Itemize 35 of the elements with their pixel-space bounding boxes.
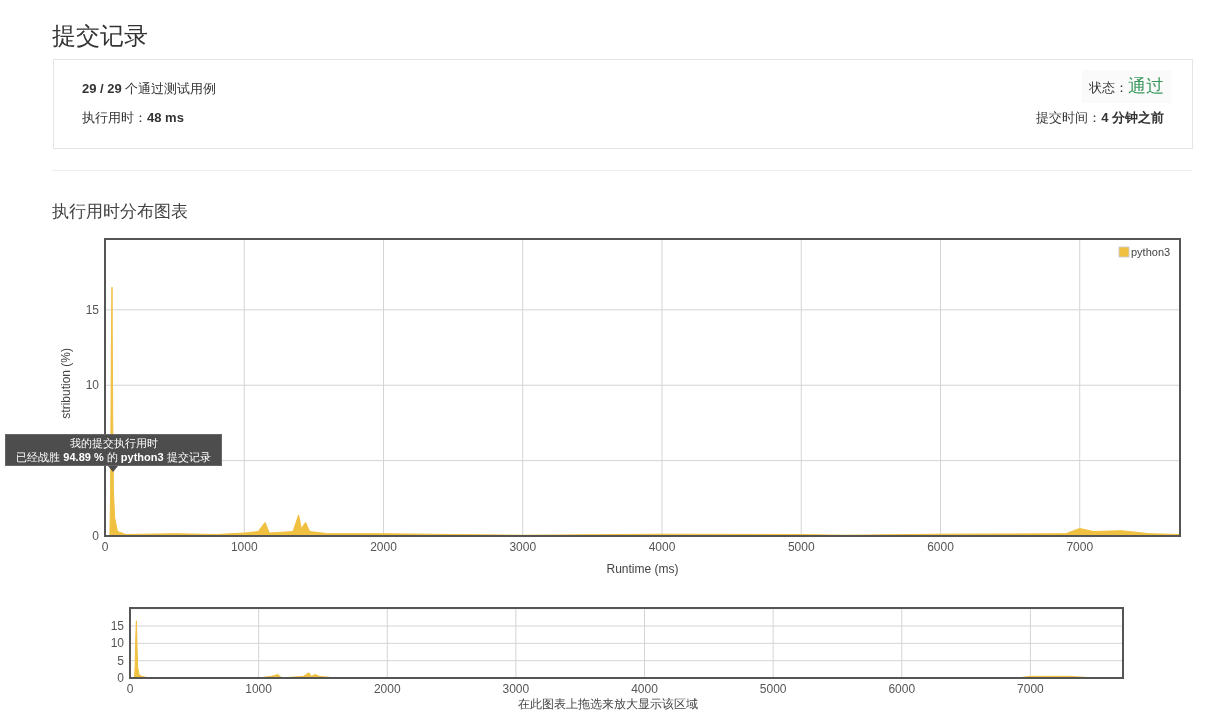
x-tick-label: 5000	[759, 682, 787, 696]
x-tick-label: 2000	[370, 540, 397, 554]
y-tick-label: 5	[117, 653, 124, 668]
x-tick-label: 0	[101, 540, 109, 554]
x-tick-label: 1000	[230, 540, 258, 554]
y-tick-label: 15	[85, 302, 99, 317]
tooltip-text: 已经战胜 94.89 % 的 python3 提交记录	[16, 450, 211, 464]
x-tick-label: 3000	[509, 540, 537, 554]
y-tick-label: 0	[92, 529, 99, 543]
x-tick-label: 1000	[245, 682, 272, 696]
runtime-text: 执行用时：48 ms	[82, 109, 185, 127]
x-tick-label: 4000	[631, 682, 658, 696]
x-tick-label: 4000	[648, 540, 676, 554]
submit-time-text: 提交时间：4 分钟之前	[1036, 109, 1164, 127]
tests-passed-text: 29 / 29 个通过测试用例	[82, 80, 217, 98]
status-value: 通过	[1128, 75, 1164, 98]
section-title: 执行用时分布图表	[52, 201, 188, 223]
y-axis-title: stribution (%)	[59, 348, 73, 419]
x-tick-label: 0	[126, 682, 134, 696]
y-tick-label: 10	[110, 636, 124, 651]
page-title: 提交记录	[52, 21, 148, 51]
y-tick-label: 0	[117, 671, 124, 685]
x-tick-label: 3000	[502, 682, 530, 696]
tooltip-text: 我的提交执行用时	[69, 436, 158, 450]
y-tick-label: 15	[110, 619, 124, 633]
x-tick-label: 5000	[787, 540, 815, 554]
x-tick-label: 2000	[373, 682, 401, 696]
x-tick-label: 6000	[927, 540, 954, 554]
y-tick-label: 10	[85, 378, 99, 393]
x-axis-title: Runtime (ms)	[606, 562, 679, 576]
x-tick-label: 7000	[1017, 682, 1044, 696]
chart-caption: 在此图表上拖选来放大显示该区域	[518, 696, 698, 712]
status-label: 状态：	[1089, 79, 1128, 97]
x-tick-label: 7000	[1066, 540, 1094, 554]
x-tick-label: 6000	[888, 682, 916, 696]
